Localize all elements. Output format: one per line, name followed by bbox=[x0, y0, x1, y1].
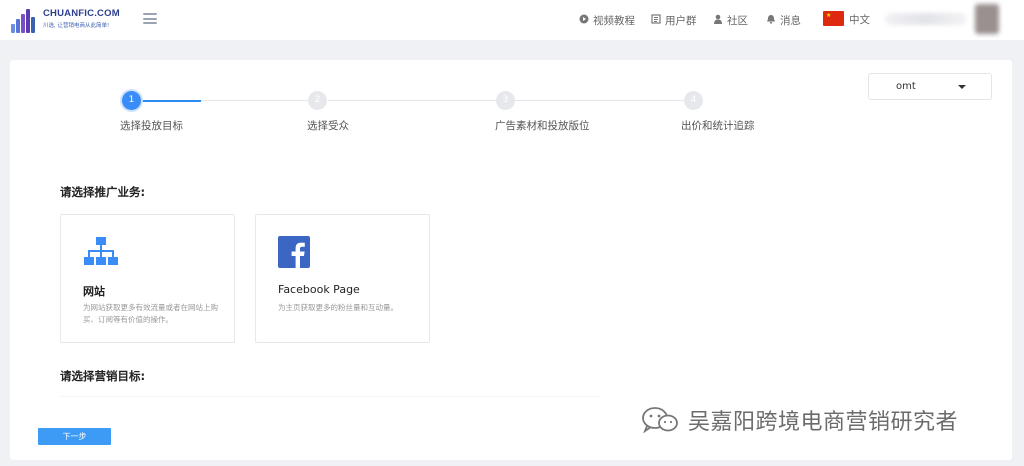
next-step-button[interactable]: 下一步 bbox=[38, 428, 111, 445]
avatar[interactable] bbox=[975, 4, 999, 34]
step-4-label: 出价和统计追踪 bbox=[681, 120, 755, 132]
china-flag-icon[interactable]: ★ bbox=[823, 11, 844, 26]
user-name-blurred[interactable] bbox=[885, 13, 967, 25]
campaign-card: 1 2 3 4 选择投放目标 选择受众 广告素材和投放版位 出价和统计追踪 om… bbox=[10, 60, 1012, 460]
watermark: 吴嘉阳跨境电商营销研究者 bbox=[640, 404, 958, 436]
chevron-down-icon bbox=[958, 85, 966, 89]
bell-icon bbox=[766, 14, 776, 27]
option-facebook-page[interactable]: Facebook Page 为主页获取更多的粉丝量和互动量。 bbox=[255, 214, 430, 343]
option-title: Facebook Page bbox=[278, 283, 360, 296]
brand-logo[interactable]: CHUANFIC.COM 川选, 让营销电商从此简单! bbox=[11, 5, 121, 33]
nav-label: 视频教程 bbox=[593, 14, 635, 27]
step-connector bbox=[515, 100, 692, 101]
nav-community[interactable]: 社区 bbox=[713, 12, 748, 28]
option-title: 网站 bbox=[83, 285, 105, 298]
step-progress-line bbox=[140, 100, 201, 102]
step-3-label: 广告素材和投放版位 bbox=[495, 120, 590, 132]
business-section-title: 请选择推广业务: bbox=[60, 185, 146, 199]
list-icon bbox=[651, 13, 661, 27]
nav-label: 用户群 bbox=[665, 14, 697, 27]
step-1-label: 选择投放目标 bbox=[120, 120, 183, 132]
nav-messages[interactable]: 消息 bbox=[766, 12, 801, 28]
step-2-indicator[interactable]: 2 bbox=[308, 91, 327, 110]
nav-label: 社区 bbox=[727, 14, 748, 27]
nav-user-group[interactable]: 用户群 bbox=[651, 12, 697, 28]
option-description: 为主页获取更多的粉丝量和互动量。 bbox=[278, 303, 398, 312]
user-icon bbox=[713, 14, 723, 27]
nav-video-tutorials[interactable]: 视频教程 bbox=[579, 12, 635, 28]
step-4-indicator[interactable]: 4 bbox=[684, 91, 703, 110]
option-description: 为网站获取更多有效流量或者在网站上购买、订阅等有价值的操作。 bbox=[83, 303, 218, 324]
step-connector bbox=[201, 100, 315, 101]
step-1-indicator[interactable]: 1 bbox=[122, 91, 141, 110]
logo-name: CHUANFIC.COM bbox=[43, 8, 120, 19]
logo-bars-icon bbox=[11, 7, 39, 33]
logo-tagline: 川选, 让营销电商从此简单! bbox=[43, 23, 110, 29]
sitemap-icon bbox=[83, 236, 118, 268]
nav-label: 消息 bbox=[780, 14, 801, 27]
facebook-icon bbox=[278, 236, 310, 268]
option-website[interactable]: 网站 为网站获取更多有效流量或者在网站上购买、订阅等有价值的操作。 bbox=[60, 214, 235, 343]
menu-toggle-icon[interactable] bbox=[143, 13, 157, 24]
step-connector bbox=[328, 100, 505, 101]
account-select-value: omt bbox=[896, 81, 916, 92]
divider bbox=[60, 396, 600, 397]
wechat-icon bbox=[642, 407, 678, 434]
step-2-label: 选择受众 bbox=[307, 120, 349, 132]
play-circle-icon bbox=[579, 14, 589, 27]
marketing-section-title: 请选择营销目标: bbox=[60, 369, 146, 383]
language-label[interactable]: 中文 bbox=[849, 12, 870, 27]
step-3-indicator[interactable]: 3 bbox=[496, 91, 515, 110]
account-select[interactable]: omt bbox=[868, 73, 992, 100]
top-bar: CHUANFIC.COM 川选, 让营销电商从此简单! 视频教程 用户群 社区 … bbox=[0, 0, 1024, 40]
watermark-text: 吴嘉阳跨境电商营销研究者 bbox=[688, 410, 959, 435]
